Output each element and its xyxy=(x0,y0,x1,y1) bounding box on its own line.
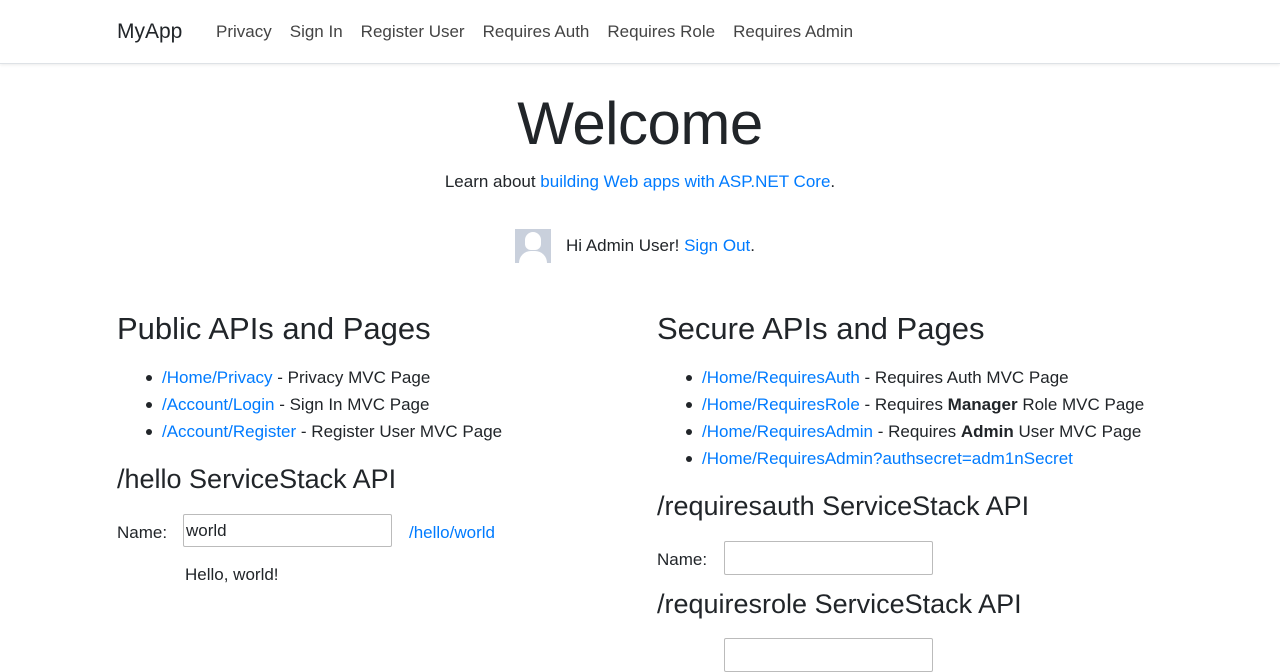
requiresauth-name-input[interactable] xyxy=(724,541,933,575)
hero-subtitle: Learn about building Web apps with ASP.N… xyxy=(0,171,1280,193)
nav-link-register-user[interactable]: Register User xyxy=(361,21,465,43)
requiresrole-api-heading: /requiresrole ServiceStack API xyxy=(657,589,1022,619)
public-apis-heading: Public APIs and Pages xyxy=(117,311,431,346)
list-item-desc: - Register User MVC Page xyxy=(296,422,503,441)
hero-sub-suffix: . xyxy=(830,172,836,191)
hello-api-heading: /hello ServiceStack API xyxy=(117,464,397,494)
secure-apis-heading: Secure APIs and Pages xyxy=(657,311,985,346)
requiresauth-name-label: Name: xyxy=(657,550,708,569)
greeting-suffix: . xyxy=(750,236,755,255)
home-requiresadmin-link[interactable]: /Home/RequiresAdmin xyxy=(702,422,873,441)
page-title: Welcome xyxy=(517,90,763,157)
brand-link[interactable]: MyApp xyxy=(117,19,182,45)
list-item: /Home/Privacy - Privacy MVC Page xyxy=(145,364,502,391)
navbar: MyApp Privacy Sign In Register User Requ… xyxy=(0,0,1280,64)
list-item: /Account/Login - Sign In MVC Page xyxy=(145,391,502,418)
list-item: /Account/Register - Register User MVC Pa… xyxy=(145,418,503,445)
home-requiresauth-link[interactable]: /Home/RequiresAuth xyxy=(702,368,860,387)
requiresrole-name-input[interactable] xyxy=(724,638,933,672)
public-links-list: /Home/Privacy - Privacy MVC Page /Accoun… xyxy=(117,364,502,445)
secure-links-list: /Home/RequiresAuth - Requires Auth MVC P… xyxy=(657,364,1144,472)
list-item-desc: - Requires Auth MVC Page xyxy=(859,368,1069,387)
list-item-desc: User MVC Page xyxy=(1013,422,1142,441)
home-privacy-link[interactable]: /Home/Privacy xyxy=(162,368,273,387)
account-register-link[interactable]: /Account/Register xyxy=(162,422,296,441)
hello-result-text: Hello, world! xyxy=(185,565,279,584)
aspnet-core-link[interactable]: building Web apps with ASP.NET Core xyxy=(540,172,830,191)
user-greeting-row: Hi Admin User! Sign Out. xyxy=(515,229,755,263)
nav-link-requires-role[interactable]: Requires Role xyxy=(607,21,715,43)
nav-link-sign-in[interactable]: Sign In xyxy=(290,21,343,43)
nav-link-requires-auth[interactable]: Requires Auth xyxy=(483,21,590,43)
home-requiresadmin-authsecret-link[interactable]: /Home/RequiresAdmin?authsecret=adm1nSecr… xyxy=(702,449,1073,468)
list-item: /Home/RequiresAdmin - Requires Admin Use… xyxy=(685,418,1144,445)
requiresauth-api-heading: /requiresauth ServiceStack API xyxy=(657,491,1030,521)
list-item: /Home/RequiresRole - Requires Manager Ro… xyxy=(685,391,1145,418)
greeting-text: Hi Admin User! xyxy=(566,236,685,255)
list-item: /Home/RequiresAdmin?authsecret=adm1nSecr… xyxy=(685,445,1144,472)
list-item-desc: - Privacy MVC Page xyxy=(272,368,431,387)
hero-sub-prefix: Learn about xyxy=(444,172,541,191)
list-item: /Home/RequiresAuth - Requires Auth MVC P… xyxy=(685,364,1144,391)
hello-name-label: Name: xyxy=(117,523,168,542)
avatar xyxy=(515,229,551,263)
home-requiresrole-link[interactable]: /Home/RequiresRole xyxy=(702,395,860,414)
list-item-desc: - Sign In MVC Page xyxy=(274,395,430,414)
admin-name-bold: Admin xyxy=(960,422,1014,441)
sign-out-link[interactable]: Sign Out xyxy=(684,236,750,256)
nav-link-privacy[interactable]: Privacy xyxy=(216,21,272,43)
hello-world-link[interactable]: /hello/world xyxy=(409,522,495,544)
list-item-desc: - Requires xyxy=(859,395,948,414)
nav-link-requires-admin[interactable]: Requires Admin xyxy=(733,21,853,43)
hello-name-input[interactable] xyxy=(183,514,392,547)
list-item-desc: - Requires xyxy=(873,422,961,441)
account-login-link[interactable]: /Account/Login xyxy=(162,395,274,414)
nav-links: Privacy Sign In Register User Requires A… xyxy=(216,21,871,43)
role-name-bold: Manager xyxy=(947,395,1018,414)
list-item-desc: Role MVC Page xyxy=(1017,395,1145,414)
